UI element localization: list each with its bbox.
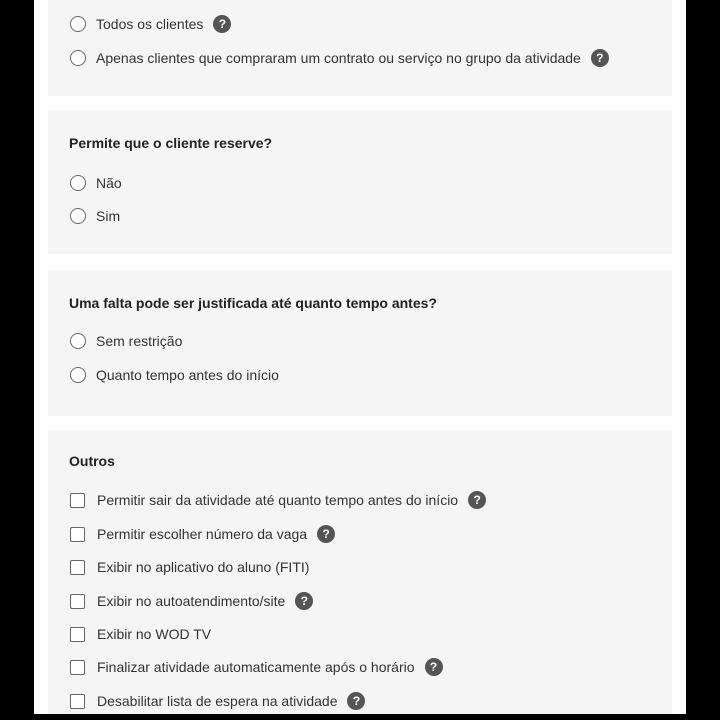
justify-title: Uma falta pode ser justificada até quant… [69,295,437,311]
option-label: Quanto tempo antes do início [96,367,279,383]
settings-form: Todos os clientes ? Apenas clientes que … [34,0,686,714]
radio-apenas-clientes[interactable]: Apenas clientes que compraram um contrat… [70,47,609,69]
outros-card: Outros Permitir sair da atividade até qu… [48,430,672,714]
checkbox[interactable] [70,659,85,675]
client-scope-card: Todos os clientes ? Apenas clientes que … [48,0,672,96]
option-label: Exibir no autoatendimento/site [97,593,286,609]
checkbox-permitir-sair[interactable]: Permitir sair da atividade até quanto te… [70,489,487,511]
radio-button[interactable] [70,208,86,224]
justify-card: Uma falta pode ser justificada até quant… [48,270,672,416]
checkbox[interactable] [70,693,85,709]
checkbox-exibir-autoatendimento[interactable]: Exibir no autoatendimento/site ? [70,590,314,612]
radio-sim[interactable]: Sim [70,205,120,227]
option-label: Sim [96,208,121,224]
question-circle-icon[interactable]: ? [213,15,232,33]
option-label: Permitir escolher número da vaga [97,526,308,542]
checkbox-exibir-aplicativo[interactable]: Exibir no aplicativo do aluno (FITI) [70,556,309,578]
question-circle-icon[interactable]: ? [590,49,609,67]
radio-button[interactable] [70,50,86,66]
question-circle-icon[interactable]: ? [295,592,314,610]
checkbox-exibir-wod-tv[interactable]: Exibir no WOD TV [70,623,211,645]
option-label: Permitir sair da atividade até quanto te… [97,492,459,508]
checkbox-desabilitar-lista-espera[interactable]: Desabilitar lista de espera na atividade… [70,690,366,712]
option-label: Exibir no WOD TV [97,626,212,642]
option-label: Desabilitar lista de espera na atividade [97,693,338,709]
checkbox[interactable] [70,492,85,508]
radio-sem-restricao[interactable]: Sem restrição [70,330,182,352]
checkbox[interactable] [70,559,85,575]
option-label: Não [96,175,122,191]
radio-todos-clientes[interactable]: Todos os clientes ? [70,13,232,35]
radio-quanto-tempo[interactable]: Quanto tempo antes do início [70,364,279,386]
question-circle-icon[interactable]: ? [347,692,366,710]
radio-nao[interactable]: Não [70,172,122,194]
option-label: Finalizar atividade automaticamente após… [97,659,415,675]
reserve-title: Permite que o cliente reserve? [69,135,273,151]
radio-button[interactable] [70,333,86,349]
option-label: Apenas clientes que compraram um contrat… [96,50,581,66]
radio-button[interactable] [70,367,86,383]
radio-button[interactable] [70,175,86,191]
checkbox-escolher-vaga[interactable]: Permitir escolher número da vaga ? [70,523,336,545]
checkbox[interactable] [70,593,85,609]
option-label: Todos os clientes [96,16,204,32]
option-label: Exibir no aplicativo do aluno (FITI) [97,559,310,575]
reserve-card: Permite que o cliente reserve? Não Sim [48,110,672,254]
question-circle-icon[interactable]: ? [317,525,336,543]
option-label: Sem restrição [96,333,183,349]
checkbox[interactable] [70,626,85,642]
question-circle-icon[interactable]: ? [424,658,443,676]
question-circle-icon[interactable]: ? [468,491,487,509]
outros-title: Outros [69,453,115,469]
checkbox-finalizar-atividade[interactable]: Finalizar atividade automaticamente após… [70,656,443,678]
radio-button[interactable] [70,16,86,32]
checkbox[interactable] [70,526,85,542]
